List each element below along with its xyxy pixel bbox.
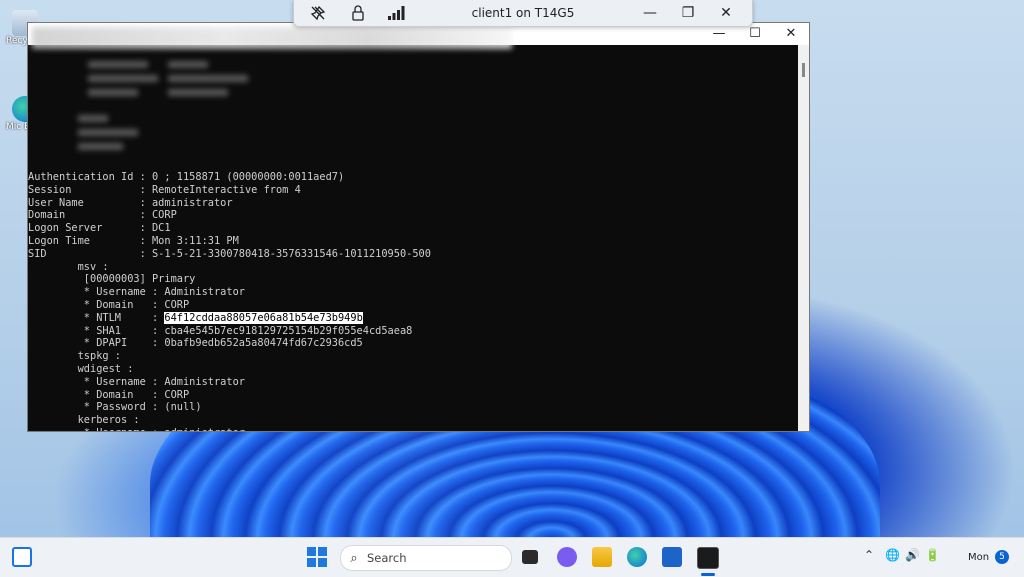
remote-connection-bar[interactable]: client1 on T14G5 — ❐ ✕ <box>293 0 753 27</box>
edge-icon[interactable] <box>627 547 647 567</box>
connection-close-button[interactable]: ✕ <box>712 0 740 26</box>
globe-icon[interactable]: 🌐 <box>885 548 900 562</box>
window-minimize-button[interactable]: — <box>704 25 734 43</box>
console-line: kerberos : <box>28 414 140 427</box>
console-line: * DPAPI : 0bafb9edb652a5a80474fd67c2936c… <box>28 337 363 350</box>
console-line: User Name : administrator <box>28 196 233 209</box>
widgets-icon[interactable] <box>12 547 32 567</box>
battery-icon[interactable]: 🔋 <box>925 548 940 562</box>
connection-minimize-button[interactable]: — <box>636 0 664 26</box>
console-window[interactable]: — ☐ ✕ Authentication Id : 0 ; 1158871 (0… <box>27 22 810 432</box>
ntlm-label: * NTLM : <box>28 311 165 324</box>
task-view-icon[interactable] <box>522 550 538 564</box>
chat-icon[interactable] <box>557 547 577 567</box>
console-line-ntlm: * NTLM : 64f12cddaa88057e06a81b54e73b949… <box>28 311 431 325</box>
console-line: * SHA1 : cba4e545b7ec918129725154b29f055… <box>28 324 413 337</box>
search-icon: ⌕ <box>350 550 358 566</box>
pin-off-icon[interactable] <box>304 0 332 26</box>
ntlm-hash-selected[interactable]: 64f12cddaa88057e06a81b54e73b949b <box>164 311 363 324</box>
console-line: Authentication Id : 0 ; 1158871 (0000000… <box>28 171 345 183</box>
console-line: * Domain : CORP <box>28 298 190 311</box>
taskbar-clock[interactable]: Mon <box>968 552 989 563</box>
chevron-up-icon[interactable]: ⌃ <box>864 548 874 562</box>
taskbar: ⌕ Search ⌃ 🌐 🔊 🔋 Mon 5 <box>0 537 1024 577</box>
console-line: * Username : Administrator <box>28 286 245 299</box>
console-line: * Domain : CORP <box>28 388 190 401</box>
console-line: tspkg : <box>28 350 121 363</box>
start-button[interactable] <box>307 547 327 567</box>
volume-icon[interactable]: 🔊 <box>905 548 920 562</box>
connection-title: client1 on T14G5 <box>471 6 575 20</box>
console-lines: Authentication Id : 0 ; 1158871 (0000000… <box>28 171 431 431</box>
console-line: * Username : Administrator <box>28 375 245 388</box>
console-line: wdigest : <box>28 362 134 375</box>
console-line: Domain : CORP <box>28 209 177 222</box>
console-line: Logon Time : Mon 3:11:31 PM <box>28 234 239 247</box>
console-line: SID : S-1-5-21-3300780418-3576331546-101… <box>28 247 431 260</box>
notification-badge[interactable]: 5 <box>995 550 1009 564</box>
console-output[interactable]: Authentication Id : 0 ; 1158871 (0000000… <box>28 45 798 431</box>
console-line: Logon Server : DC1 <box>28 222 171 235</box>
terminal-icon[interactable] <box>697 547 719 569</box>
console-line: Session : RemoteInteractive from 4 <box>28 183 301 196</box>
connection-restore-button[interactable]: ❐ <box>674 0 702 26</box>
console-line: msv : <box>28 260 109 273</box>
signal-bars-icon[interactable] <box>382 0 410 26</box>
scrollbar-thumb[interactable] <box>802 63 805 77</box>
console-line: [00000003] Primary <box>28 273 196 286</box>
search-placeholder: Search <box>367 551 407 565</box>
window-maximize-button[interactable]: ☐ <box>740 25 770 43</box>
console-line: * Password : (null) <box>28 401 202 414</box>
taskbar-search[interactable]: ⌕ Search <box>340 545 512 571</box>
file-explorer-icon[interactable] <box>592 547 612 567</box>
window-close-button[interactable]: ✕ <box>776 25 806 43</box>
console-scrollbar[interactable] <box>798 45 809 431</box>
store-icon[interactable] <box>662 547 682 567</box>
redacted-output <box>68 57 268 157</box>
console-line: * Username : administrator <box>28 427 431 431</box>
lock-icon[interactable] <box>344 0 372 26</box>
